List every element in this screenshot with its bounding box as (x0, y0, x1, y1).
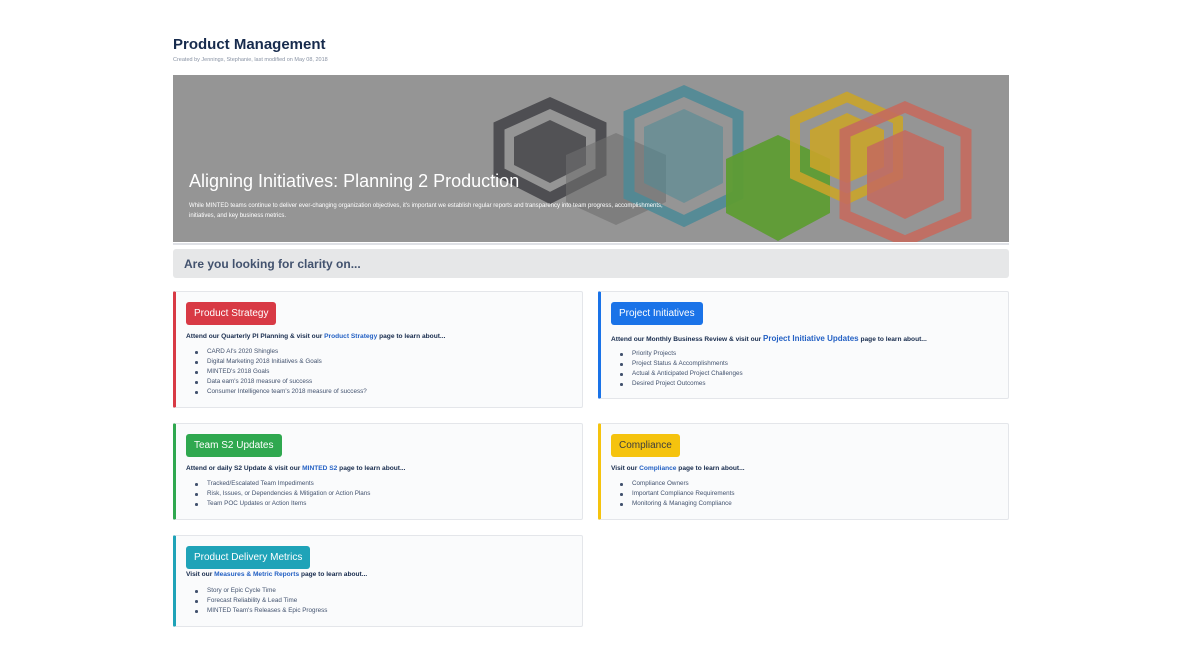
intro-text-end: page to learn about... (299, 571, 368, 578)
hero-banner: Aligning Initiatives: Planning 2 Product… (173, 75, 1009, 242)
product-strategy-button[interactable]: Product Strategy (186, 302, 277, 325)
clarity-panel: Are you looking for clarity on... (173, 249, 1009, 278)
card-intro: Visit our Compliance page to learn about… (611, 465, 745, 472)
intro-text: Attend our Monthly Business Review & vis… (611, 336, 764, 343)
topic-list: Tracked/Escalated Team Impediments Risk,… (186, 479, 370, 509)
minted-s2-link[interactable]: MINTED S2 (302, 465, 337, 472)
topic-list: Priority Projects Project Status & Accom… (611, 349, 743, 389)
topic-list: Story or Epic Cycle Time Forecast Reliab… (186, 586, 327, 616)
list-item: Team POC Updates or Action Items (194, 499, 370, 509)
project-initiative-updates-link[interactable]: Project Initiative Updates (763, 334, 859, 343)
list-item: Forecast Reliability & Lead Time (194, 596, 327, 606)
team-s2-updates-button[interactable]: Team S2 Updates (186, 434, 282, 457)
card-project-initiatives: Project Initiatives Attend our Monthly B… (598, 291, 1009, 399)
intro-text: Attend our Quarterly PI Planning & visit… (186, 333, 325, 340)
intro-text-end: page to learn about... (676, 465, 745, 472)
intro-text: Visit our (186, 571, 215, 578)
product-strategy-link[interactable]: Product Strategy (324, 333, 377, 340)
hexagon-red-inner (867, 130, 944, 219)
list-item: Project Status & Accomplishments (620, 359, 743, 369)
list-item: Desired Project Outcomes (620, 379, 743, 389)
card-intro: Attend our Quarterly PI Planning & visit… (186, 333, 445, 340)
hexagon-teal-inner (644, 109, 723, 203)
page-title: Product Management (173, 36, 326, 53)
list-item: MINTED's 2018 Goals (195, 367, 367, 377)
list-item: CARD AI's 2020 Shingles (195, 347, 367, 357)
divider (173, 243, 1009, 245)
list-item: Actual & Anticipated Project Challenges (620, 369, 743, 379)
intro-text-end: page to learn about... (858, 336, 927, 343)
card-product-strategy: Product Strategy Attend our Quarterly PI… (173, 291, 583, 408)
card-product-delivery-metrics: Product Delivery Metrics Visit our Measu… (173, 535, 583, 627)
topic-list: CARD AI's 2020 Shingles Digital Marketin… (186, 347, 367, 397)
list-item: Compliance Owners (620, 479, 735, 489)
list-item: Important Compliance Requirements (620, 489, 735, 499)
topic-list: Compliance Owners Important Compliance R… (611, 479, 735, 509)
list-item: Digital Marketing 2018 Initiatives & Goa… (195, 357, 367, 367)
list-item: Priority Projects (620, 349, 743, 359)
list-item: Monitoring & Managing Compliance (620, 499, 735, 509)
card-intro: Attend our Monthly Business Review & vis… (611, 334, 927, 343)
list-item: Risk, Issues, or Dependencies & Mitigati… (194, 489, 370, 499)
intro-text-end: page to learn about... (377, 333, 446, 340)
compliance-button[interactable]: Compliance (611, 434, 680, 457)
product-delivery-metrics-button[interactable]: Product Delivery Metrics (186, 546, 311, 569)
card-intro: Visit our Measures & Metric Reports page… (186, 571, 367, 578)
intro-text-end: page to learn about... (337, 465, 406, 472)
list-item: MINTED Team's Releases & Epic Progress (194, 606, 327, 616)
card-intro: Attend or daily S2 Update & visit our MI… (186, 465, 405, 472)
list-item: Consumer Intelligence team's 2018 measur… (195, 387, 367, 397)
intro-text: Attend or daily S2 Update & visit our (186, 465, 303, 472)
list-item: Data eam's 2018 measure of success (195, 377, 367, 387)
list-item: Tracked/Escalated Team Impediments (194, 479, 370, 489)
project-initiatives-button[interactable]: Project Initiatives (611, 302, 703, 325)
measures-metric-reports-link[interactable]: Measures & Metric Reports (214, 571, 299, 578)
list-item: Story or Epic Cycle Time (194, 586, 327, 596)
clarity-heading: Are you looking for clarity on... (184, 257, 361, 271)
intro-text: Visit our (611, 465, 640, 472)
compliance-link[interactable]: Compliance (639, 465, 676, 472)
page-byline: Created by Jennings, Stephanie, last mod… (173, 57, 328, 63)
hero-heading: Aligning Initiatives: Planning 2 Product… (189, 171, 520, 191)
hero-text: While MINTED teams continue to deliver e… (189, 203, 663, 219)
card-compliance: Compliance Visit our Compliance page to … (598, 423, 1009, 520)
card-team-s2-updates: Team S2 Updates Attend or daily S2 Updat… (173, 423, 583, 520)
